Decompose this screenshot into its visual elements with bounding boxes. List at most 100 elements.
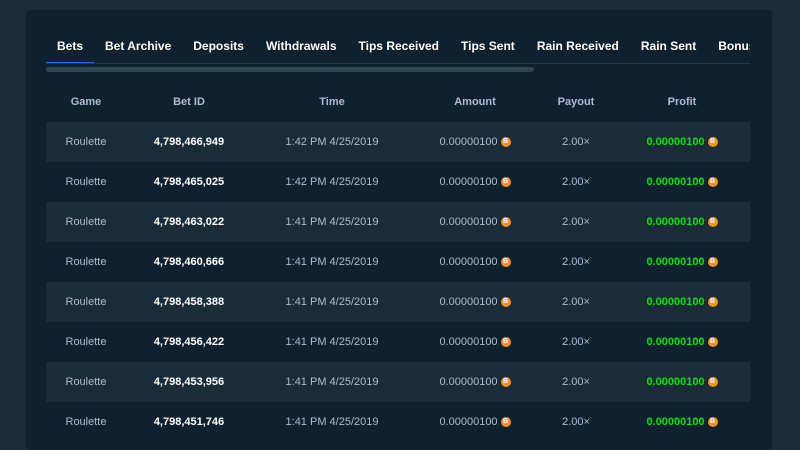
bitcoin-icon — [707, 217, 718, 227]
tab-bar: Bets Bet Archive Deposits Withdrawals Ti… — [46, 34, 750, 64]
tab-rain-received[interactable]: Rain Received — [526, 34, 630, 63]
cell-bet-id[interactable]: 4,798,453,956 — [126, 376, 252, 388]
cell-bet-id[interactable]: 4,798,456,422 — [126, 336, 252, 348]
cell-profit: 0.00000100 — [614, 256, 750, 268]
tabs-scrollbar[interactable] — [46, 67, 534, 72]
header-game: Game — [70, 96, 102, 108]
bets-table: Game Bet ID Time Amount Payout Profit Ro… — [46, 90, 750, 442]
profit-value: 0.00000100 — [646, 256, 705, 268]
tab-bet-archive[interactable]: Bet Archive — [94, 34, 182, 63]
cell-payout: 2.00× — [562, 256, 590, 268]
cell-profit: 0.00000100 — [614, 176, 750, 188]
cell-amount: 0.00000100 — [412, 376, 538, 388]
cell-time: 1:42 PM 4/25/2019 — [285, 176, 379, 188]
cell-time: 1:41 PM 4/25/2019 — [285, 216, 379, 228]
cell-time: 1:41 PM 4/25/2019 — [285, 416, 379, 428]
cell-profit: 0.00000100 — [614, 136, 750, 148]
cell-time: 1:41 PM 4/25/2019 — [285, 256, 379, 268]
bitcoin-icon — [707, 137, 718, 147]
profit-value: 0.00000100 — [646, 416, 705, 428]
cell-profit: 0.00000100 — [614, 296, 750, 308]
tab-tips-sent[interactable]: Tips Sent — [450, 34, 526, 63]
profit-value: 0.00000100 — [646, 176, 705, 188]
cell-bet-id[interactable]: 4,798,466,949 — [126, 136, 252, 148]
cell-game[interactable]: Roulette — [46, 296, 126, 308]
cell-game[interactable]: Roulette — [46, 176, 126, 188]
header-bet-id: Bet ID — [173, 96, 205, 108]
header-amount: Amount — [454, 96, 496, 108]
cell-payout: 2.00× — [562, 376, 590, 388]
bitcoin-icon — [500, 377, 511, 387]
bitcoin-icon — [500, 257, 511, 267]
tab-deposits[interactable]: Deposits — [182, 34, 255, 63]
profit-value: 0.00000100 — [646, 136, 705, 148]
bitcoin-icon — [500, 177, 511, 187]
table-row[interactable]: Roulette 4,798,453,956 1:41 PM 4/25/2019 0.… — [46, 362, 750, 402]
cell-amount: 0.00000100 — [412, 136, 538, 148]
header-profit: Profit — [667, 96, 697, 108]
cell-bet-id[interactable]: 4,798,451,746 — [126, 416, 252, 428]
cell-payout: 2.00× — [562, 296, 590, 308]
table-row[interactable]: Roulette 4,798,466,949 1:42 PM 4/25/2019 0.… — [46, 122, 750, 162]
header-time: Time — [319, 96, 345, 108]
cell-game[interactable]: Roulette — [46, 376, 126, 388]
profit-value: 0.00000100 — [646, 376, 705, 388]
cell-time: 1:41 PM 4/25/2019 — [285, 296, 379, 308]
cell-payout: 2.00× — [562, 336, 590, 348]
tab-tips-received[interactable]: Tips Received — [348, 34, 450, 63]
cell-profit: 0.00000100 — [614, 416, 750, 428]
cell-bet-id[interactable]: 4,798,458,388 — [126, 296, 252, 308]
table-row[interactable]: Roulette 4,798,456,422 1:41 PM 4/25/2019 0.… — [46, 322, 750, 362]
tab-withdrawals[interactable]: Withdrawals — [255, 34, 348, 63]
bitcoin-icon — [500, 337, 511, 347]
cell-amount: 0.00000100 — [412, 416, 538, 428]
tab-bonuses[interactable]: Bonuses — [707, 34, 750, 63]
profit-value: 0.00000100 — [646, 216, 705, 228]
table-row[interactable]: Roulette 4,798,465,025 1:42 PM 4/25/2019 0.… — [46, 162, 750, 202]
bitcoin-icon — [707, 297, 718, 307]
bitcoin-icon — [500, 297, 511, 307]
cell-payout: 2.00× — [562, 216, 590, 228]
bitcoin-icon — [500, 137, 511, 147]
cell-amount: 0.00000100 — [412, 296, 538, 308]
cell-payout: 2.00× — [562, 136, 590, 148]
cell-game[interactable]: Roulette — [46, 336, 126, 348]
profit-value: 0.00000100 — [646, 296, 705, 308]
cell-profit: 0.00000100 — [614, 376, 750, 388]
cell-bet-id[interactable]: 4,798,463,022 — [126, 216, 252, 228]
amount-value: 0.00000100 — [439, 256, 498, 268]
cell-bet-id[interactable]: 4,798,465,025 — [126, 176, 252, 188]
cell-time: 1:41 PM 4/25/2019 — [285, 376, 379, 388]
bitcoin-icon — [707, 417, 718, 427]
table-row[interactable]: Roulette 4,798,463,022 1:41 PM 4/25/2019 0.… — [46, 202, 750, 242]
table-header: Game Bet ID Time Amount Payout Profit — [46, 90, 750, 114]
table-row[interactable]: Roulette 4,798,451,746 1:41 PM 4/25/2019 0.… — [46, 402, 750, 442]
cell-game[interactable]: Roulette — [46, 416, 126, 428]
tab-rain-sent[interactable]: Rain Sent — [630, 34, 707, 63]
bitcoin-icon — [500, 417, 511, 427]
bitcoin-icon — [707, 377, 718, 387]
bitcoin-icon — [707, 337, 718, 347]
cell-game[interactable]: Roulette — [46, 256, 126, 268]
cell-amount: 0.00000100 — [412, 336, 538, 348]
amount-value: 0.00000100 — [439, 216, 498, 228]
header-payout: Payout — [557, 96, 595, 108]
cell-profit: 0.00000100 — [614, 216, 750, 228]
amount-value: 0.00000100 — [439, 336, 498, 348]
amount-value: 0.00000100 — [439, 136, 498, 148]
amount-value: 0.00000100 — [439, 176, 498, 188]
cell-amount: 0.00000100 — [412, 176, 538, 188]
table-row[interactable]: Roulette 4,798,458,388 1:41 PM 4/25/2019 0.… — [46, 282, 750, 322]
table-row[interactable]: Roulette 4,798,460,666 1:41 PM 4/25/2019 0.… — [46, 242, 750, 282]
cell-game[interactable]: Roulette — [46, 136, 126, 148]
cell-payout: 2.00× — [562, 416, 590, 428]
bitcoin-icon — [500, 217, 511, 227]
cell-profit: 0.00000100 — [614, 336, 750, 348]
cell-bet-id[interactable]: 4,798,460,666 — [126, 256, 252, 268]
tab-bets[interactable]: Bets — [46, 34, 95, 63]
amount-value: 0.00000100 — [439, 416, 498, 428]
cell-time: 1:41 PM 4/25/2019 — [285, 336, 379, 348]
cell-game[interactable]: Roulette — [46, 216, 126, 228]
cell-time: 1:42 PM 4/25/2019 — [285, 136, 379, 148]
profit-value: 0.00000100 — [646, 336, 705, 348]
